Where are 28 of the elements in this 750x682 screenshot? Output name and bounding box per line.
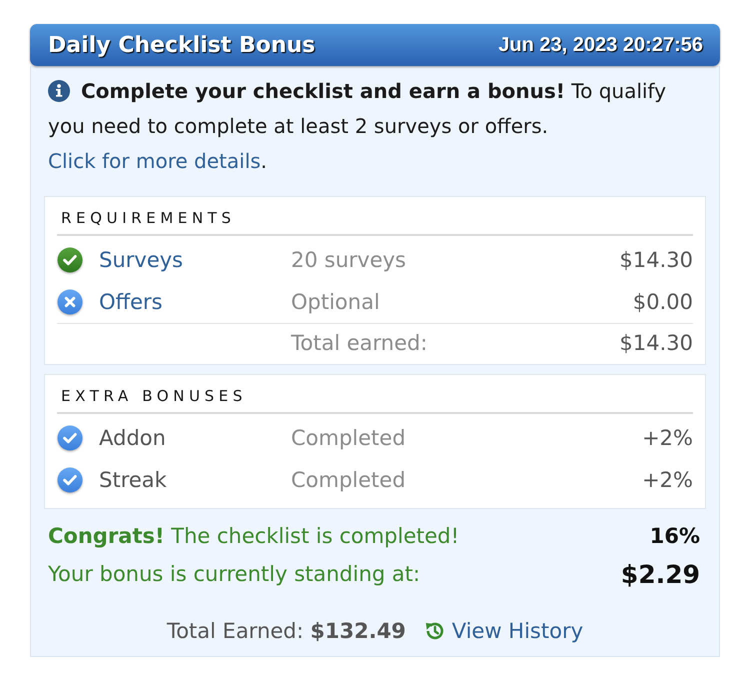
congrats-message: Congrats! The checklist is completed! xyxy=(48,524,460,548)
bonus-standing-label: Your bonus is currently standing at: xyxy=(48,562,420,586)
info-icon xyxy=(48,80,70,102)
requirement-link[interactable]: Offers xyxy=(99,290,162,314)
bonus-name: Streak xyxy=(99,468,167,492)
history-icon xyxy=(424,621,445,641)
total-earned: Total Earned: $132.49 xyxy=(166,619,406,643)
bonus-status: Completed xyxy=(291,468,406,492)
requirement-link[interactable]: Surveys xyxy=(99,248,183,272)
section-heading: EXTRA BONUSES xyxy=(57,385,693,414)
bonus-percent: +2% xyxy=(642,426,693,450)
requirement-amount: $14.30 xyxy=(620,248,693,272)
details-link[interactable]: Click for more details xyxy=(48,149,261,173)
bonus-percent: 16% xyxy=(650,524,700,548)
intro-paragraph: Complete your checklist and earn a bonus! To qualify you need to complete at least 2 surveys or offers. Click for more details. xyxy=(48,78,668,175)
bonus-status: Completed xyxy=(291,426,406,450)
requirement-detail: 20 surveys xyxy=(291,248,406,272)
view-history-link[interactable]: View History xyxy=(424,619,584,643)
bonus-percent: +2% xyxy=(642,468,693,492)
total-label: Total earned: xyxy=(291,331,428,355)
bonus-amount: $2.29 xyxy=(620,560,700,588)
section-heading: REQUIREMENTS xyxy=(57,207,693,236)
timestamp: Jun 23, 2023 20:27:56 xyxy=(498,34,703,56)
bonus-name: Addon xyxy=(99,426,166,450)
requirement-detail: Optional xyxy=(291,290,380,314)
panel-title: Daily Checklist Bonus xyxy=(48,32,316,58)
requirement-amount: $0.00 xyxy=(632,290,693,314)
total-amount: $14.30 xyxy=(620,331,693,355)
